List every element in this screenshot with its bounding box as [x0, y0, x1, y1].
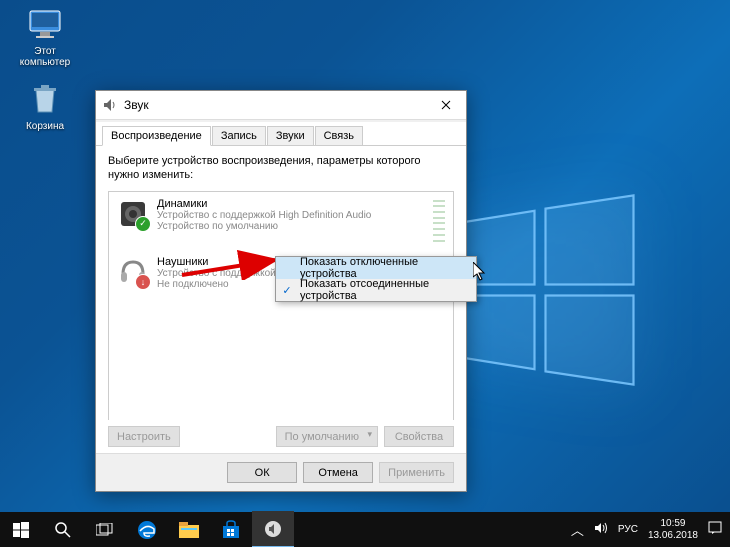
vu-meter — [433, 198, 445, 244]
taskbar-app-edge[interactable] — [126, 512, 168, 547]
cancel-button[interactable]: Отмена — [303, 462, 373, 483]
instruction-text: Выберите устройство воспроизведения, пар… — [108, 154, 454, 183]
check-badge-icon: ✓ — [135, 216, 151, 232]
tray-volume-icon[interactable] — [594, 521, 608, 538]
ctx-show-disabled[interactable]: Показать отключенные устройства — [276, 257, 476, 279]
tray-chevron-up-icon[interactable]: ︿ — [571, 520, 584, 539]
taskbar-app-store[interactable] — [210, 512, 252, 547]
tray-time: 10:59 — [648, 518, 698, 530]
close-button[interactable] — [426, 91, 466, 119]
desktop-icon-label: Этот компьютер — [10, 46, 80, 68]
device-desc: Устройство с поддержкой High Definition … — [157, 210, 433, 221]
taskbar[interactable]: ︿ РУС 10:59 13.06.2018 — [0, 512, 730, 547]
properties-button[interactable]: Свойства — [384, 426, 454, 447]
speaker-icon: ✓ — [117, 198, 149, 230]
tab-playback[interactable]: Воспроизведение — [102, 126, 211, 146]
desktop-icon-recycle-bin[interactable]: Корзина — [10, 80, 80, 132]
tray-language[interactable]: РУС — [618, 524, 638, 535]
dialog-button-row-upper: Настроить По умолчанию Свойства — [96, 420, 466, 453]
tray-notifications-icon[interactable] — [708, 521, 722, 538]
set-default-button[interactable]: По умолчанию — [276, 426, 378, 447]
dialog-title: Звук — [124, 98, 426, 112]
headphones-icon: ↓ — [117, 256, 149, 288]
taskbar-app-sound[interactable] — [252, 511, 294, 547]
tab-strip: Воспроизведение Запись Звуки Связь — [96, 122, 466, 146]
desktop-icon-label: Корзина — [10, 121, 80, 132]
dialog-titlebar[interactable]: Звук — [96, 91, 466, 120]
context-menu: Показать отключенные устройства ✓ Показа… — [275, 256, 477, 302]
tab-communications[interactable]: Связь — [315, 126, 363, 145]
apply-button[interactable]: Применить — [379, 462, 454, 483]
check-icon: ✓ — [281, 284, 293, 297]
tab-sounds[interactable]: Звуки — [267, 126, 314, 145]
task-view-button[interactable] — [84, 512, 126, 547]
ctx-label: Показать отсоединенные устройства — [300, 278, 470, 302]
device-list[interactable]: ✓ Динамики Устройство с поддержкой High … — [108, 191, 454, 423]
dialog-button-row: ОК Отмена Применить — [96, 453, 466, 491]
ctx-show-disconnected[interactable]: ✓ Показать отсоединенные устройства — [276, 279, 476, 301]
tray-clock[interactable]: 10:59 13.06.2018 — [648, 518, 698, 542]
ok-button[interactable]: ОК — [227, 462, 297, 483]
desktop-icon-this-pc[interactable]: Этот компьютер — [10, 5, 80, 68]
sound-icon — [102, 97, 118, 113]
taskbar-app-explorer[interactable] — [168, 512, 210, 547]
tray-date: 13.06.2018 — [648, 530, 698, 542]
configure-button[interactable]: Настроить — [108, 426, 180, 447]
tab-recording[interactable]: Запись — [212, 126, 266, 145]
search-button[interactable] — [42, 512, 84, 547]
ctx-label: Показать отключенные устройства — [300, 256, 470, 280]
device-item-speakers[interactable]: ✓ Динамики Устройство с поддержкой High … — [109, 192, 453, 250]
device-status: Устройство по умолчанию — [157, 221, 433, 232]
down-badge-icon: ↓ — [135, 274, 151, 290]
system-tray[interactable]: ︿ РУС 10:59 13.06.2018 — [571, 518, 730, 542]
device-name: Динамики — [157, 198, 433, 210]
desktop[interactable]: Этот компьютер Корзина — [0, 0, 730, 547]
start-button[interactable] — [0, 512, 42, 547]
